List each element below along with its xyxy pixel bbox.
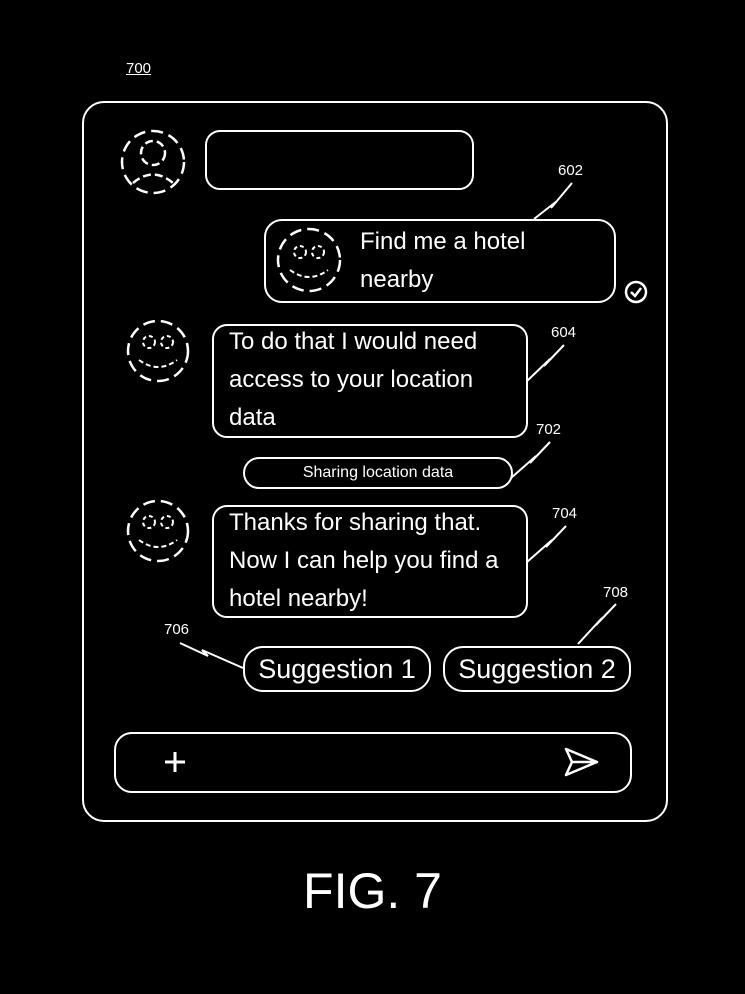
leader-line-704	[527, 526, 566, 562]
leader-line-706	[180, 643, 243, 668]
leader-line-604	[527, 345, 564, 381]
reference-leader-lines	[0, 0, 745, 994]
leader-line-702	[511, 442, 550, 478]
leader-line-708	[578, 604, 616, 644]
figure-caption: FIG. 7	[0, 862, 745, 920]
leader-line-602	[534, 183, 572, 219]
